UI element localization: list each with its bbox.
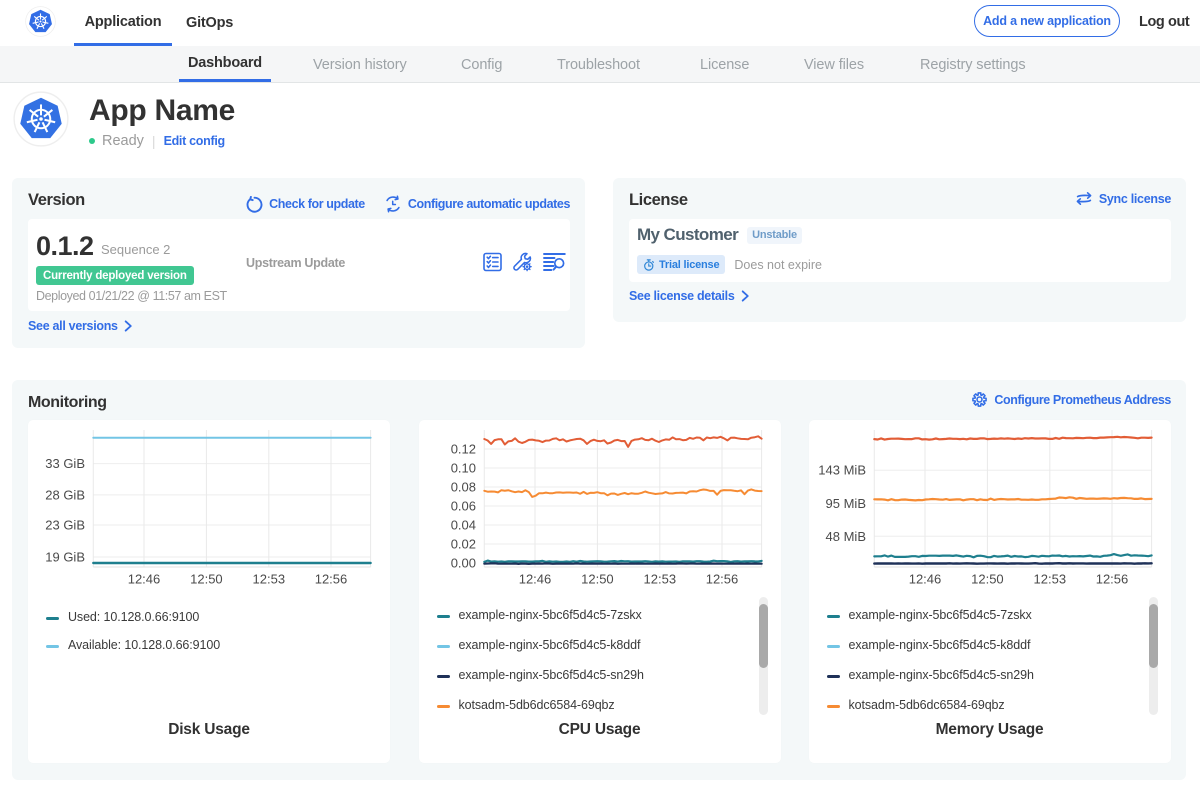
svg-text:12:46: 12:46 (128, 572, 161, 587)
svg-text:12:46: 12:46 (908, 572, 941, 587)
svg-text:48 MiB: 48 MiB (825, 529, 865, 544)
svg-text:12:56: 12:56 (315, 572, 348, 587)
svg-text:143 MiB: 143 MiB (818, 463, 866, 478)
svg-text:12:53: 12:53 (643, 572, 676, 587)
svg-text:0.08: 0.08 (450, 480, 475, 495)
svg-text:12:53: 12:53 (253, 572, 286, 587)
svg-text:12:56: 12:56 (705, 572, 738, 587)
svg-text:0.04: 0.04 (450, 518, 475, 533)
svg-text:12:50: 12:50 (190, 572, 223, 587)
svg-text:0.06: 0.06 (450, 499, 475, 514)
svg-text:0.02: 0.02 (450, 537, 475, 552)
svg-text:12:50: 12:50 (971, 572, 1004, 587)
svg-text:12:50: 12:50 (581, 572, 614, 587)
svg-text:0.00: 0.00 (450, 556, 475, 571)
svg-text:28 GiB: 28 GiB (45, 487, 85, 502)
svg-text:0.12: 0.12 (450, 442, 475, 457)
svg-text:95 MiB: 95 MiB (825, 496, 865, 511)
svg-text:0.10: 0.10 (450, 461, 475, 476)
svg-text:12:56: 12:56 (1095, 572, 1128, 587)
svg-text:33 GiB: 33 GiB (45, 456, 85, 471)
svg-text:12:46: 12:46 (518, 572, 551, 587)
svg-text:12:53: 12:53 (1033, 572, 1066, 587)
svg-text:19 GiB: 19 GiB (45, 550, 85, 565)
svg-text:23 GiB: 23 GiB (45, 518, 85, 533)
